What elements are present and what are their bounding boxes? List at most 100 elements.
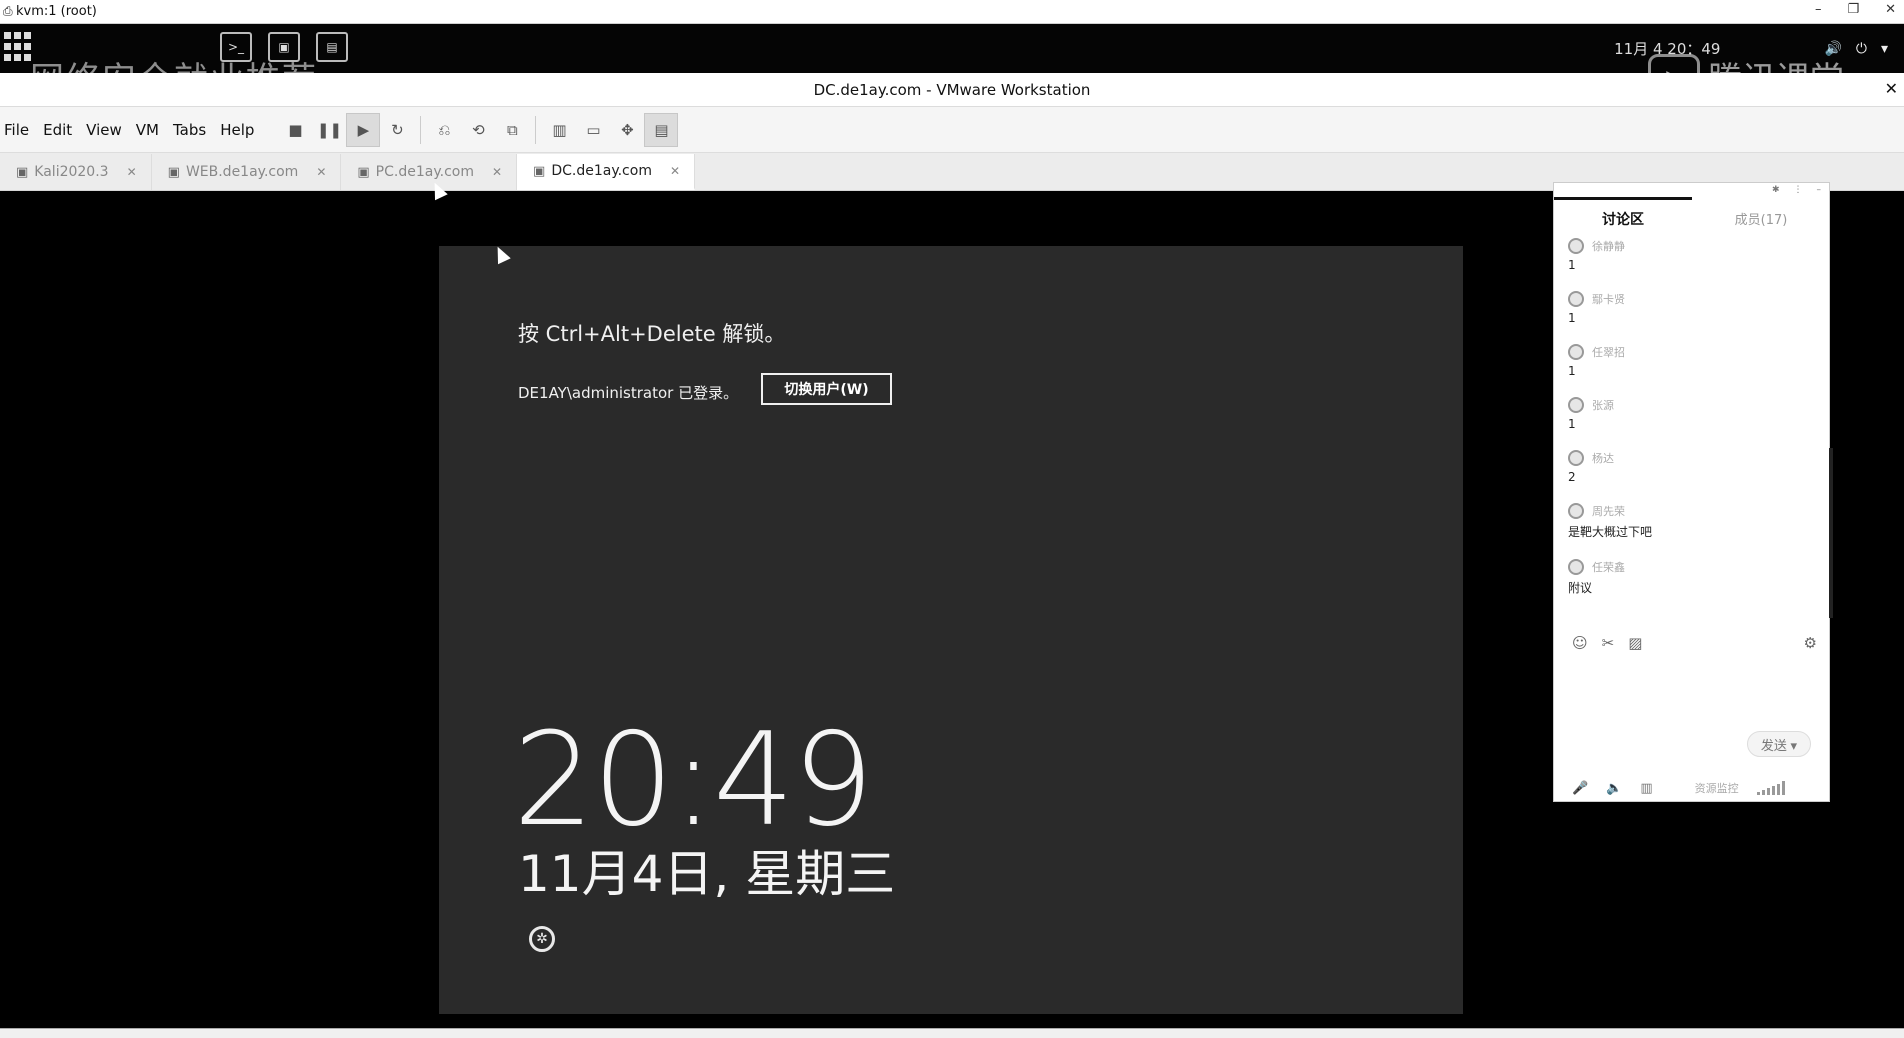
resource-monitor-label: 资源监控 (1694, 782, 1739, 795)
snapshot-icon[interactable]: ⎌ (427, 113, 461, 147)
play-icon[interactable]: ▶ (346, 112, 381, 147)
chat-scrollbar[interactable] (1829, 448, 1833, 618)
vmware-titlebar: DC.de1ay.com - VMware Workstation ✕ (0, 73, 1904, 107)
image-icon[interactable]: ▨ (1628, 634, 1642, 652)
tab-label: WEB.de1ay.com (185, 164, 299, 180)
avatar (1568, 344, 1584, 360)
tab-web[interactable]: ▣ WEB.de1ay.com ✕ (152, 154, 342, 190)
avatar (1568, 450, 1584, 466)
emoji-icon[interactable]: ☺ (1572, 634, 1588, 652)
minimize-icon[interactable]: – (1817, 185, 1822, 195)
host-window-title: kvm:1 (root) (16, 4, 97, 19)
pin-icon[interactable]: ✱ (1772, 185, 1780, 195)
toolbar-separator (420, 115, 422, 144)
message-user: 徐静静 (1592, 240, 1625, 253)
fullscreen-icon[interactable]: ▤ (644, 112, 679, 147)
message-text: 1 (1568, 364, 1576, 378)
sidebar-toggle-icon[interactable]: ▥ (542, 113, 576, 147)
message-text: 1 (1568, 258, 1576, 272)
message-header: 任翠招 (1568, 343, 1818, 361)
ease-of-access-icon[interactable]: ✲ (529, 926, 555, 952)
vmware-window-title: DC.de1ay.com - VMware Workstation (813, 81, 1091, 99)
reset-icon[interactable]: ↻ (380, 113, 414, 147)
pause-icon[interactable]: ❚❚ (312, 113, 346, 147)
tab-label: PC.de1ay.com (375, 164, 474, 180)
revert-snapshot-icon[interactable]: ⟲ (461, 113, 495, 147)
power-icon[interactable]: ⏻ (1856, 41, 1867, 57)
close-icon[interactable]: ✕ (316, 165, 326, 179)
discussion-panel: ✱ ⋮ – 讨论区 成员(17) 徐静静 1 鄢卡贤 1 任翠招 1 张源 1 … (1553, 182, 1833, 802)
tab-label: Kali2020.3 (34, 164, 109, 180)
switch-user-button[interactable]: 切换用户(W) (761, 373, 892, 405)
logged-in-user: DE1AY\administrator 已登录。 (518, 384, 739, 402)
menu-vm[interactable]: VM (134, 121, 169, 139)
chevron-down-icon[interactable]: ▾ (1881, 41, 1888, 57)
windows-lock-screen[interactable]: 按 Ctrl+Alt+Delete 解锁。 DE1AY\administrato… (439, 246, 1463, 1014)
vmware-menubar: File Edit View VM Tabs Help ■ ❚❚ ▶ ↻ ⎌ ⟲… (0, 107, 1904, 153)
avatar (1568, 291, 1584, 307)
message-header: 杨达 (1568, 449, 1818, 467)
message-text: 1 (1568, 417, 1576, 431)
unlock-hint: 按 Ctrl+Alt+Delete 解锁。 (518, 322, 786, 346)
host-app-icon: ⎙ (3, 4, 13, 18)
list-item: 徐静静 1 (1568, 237, 1818, 272)
bar-chart-icon[interactable]: ▥ (1640, 781, 1652, 796)
avatar (1568, 238, 1584, 254)
speaker-icon[interactable]: 🔈 (1606, 781, 1622, 796)
message-text: 2 (1568, 470, 1576, 484)
message-header: 周先荣 (1568, 502, 1818, 520)
minimize-button[interactable]: – (1815, 2, 1822, 17)
list-item: 任翠招 1 (1568, 343, 1818, 378)
tab-kali[interactable]: ▣ Kali2020.3 ✕ (0, 154, 152, 190)
kali-top-panel: >_ ▣ ▤ 网络安全就业推荐 11月 4 20：49 🔊 ⏻ ▾ ▶ 腾讯课堂 (0, 24, 1904, 100)
tab-discussion[interactable]: 讨论区 (1554, 209, 1692, 229)
close-icon[interactable]: ✕ (127, 165, 137, 179)
menu-edit[interactable]: Edit (41, 121, 82, 139)
vm-icon: ▣ (167, 164, 180, 180)
lock-date: 11月4日, 星期三 (518, 845, 896, 903)
tab-members[interactable]: 成员(17) (1692, 209, 1830, 229)
restore-button[interactable]: ❐ (1847, 2, 1859, 17)
message-user: 鄢卡贤 (1592, 293, 1625, 306)
message-user: 杨达 (1592, 452, 1614, 465)
scissors-icon[interactable]: ✂ (1602, 634, 1615, 652)
menu-help[interactable]: Help (218, 121, 264, 139)
vmware-close-icon[interactable]: ✕ (1885, 79, 1898, 98)
message-header: 鄢卡贤 (1568, 290, 1818, 308)
send-button[interactable]: 发送 ▾ (1747, 731, 1811, 757)
close-button[interactable]: ✕ (1885, 2, 1896, 17)
close-icon[interactable]: ✕ (492, 165, 502, 179)
vm-icon: ▣ (533, 163, 546, 179)
list-item: 任荣鑫 附议 (1568, 558, 1818, 596)
tab-dc[interactable]: ▣ DC.de1ay.com ✕ (517, 154, 696, 190)
files-icon[interactable]: ▤ (316, 32, 348, 62)
microphone-icon[interactable]: 🎤 (1572, 781, 1588, 796)
list-item: 周先荣 是靶大概过下吧 (1568, 502, 1818, 540)
snapshot-manager-icon[interactable]: ⧉ (495, 113, 529, 147)
menu-tabs[interactable]: Tabs (171, 121, 216, 139)
vmware-toolbar: ■ ❚❚ ▶ ↻ ⎌ ⟲ ⧉ ▥ ▭ ✥ ▤ (278, 112, 679, 147)
tab-label: DC.de1ay.com (551, 163, 652, 179)
settings-icon[interactable]: ⚙ (1804, 634, 1817, 652)
avatar (1568, 397, 1584, 413)
menu-view[interactable]: View (84, 121, 132, 139)
message-text: 附议 (1568, 581, 1593, 595)
console-view-icon[interactable]: ▭ (576, 113, 610, 147)
message-user: 周先荣 (1592, 505, 1625, 518)
message-header: 任荣鑫 (1568, 558, 1818, 576)
panel-window-controls: ✱ ⋮ – (1772, 185, 1821, 195)
close-icon[interactable]: ✕ (670, 164, 680, 178)
signal-strength-icon (1756, 781, 1785, 795)
chat-status-bar: 🎤 🔈 ▥ 资源监控 (1572, 780, 1817, 796)
message-header: 张源 (1568, 396, 1818, 414)
fit-guest-icon[interactable]: ✥ (610, 113, 644, 147)
message-user: 张源 (1592, 399, 1614, 412)
host-window-controls: – ❐ ✕ (1815, 2, 1896, 17)
more-icon[interactable]: ⋮ (1794, 185, 1803, 195)
message-text: 1 (1568, 311, 1576, 325)
toolbar-separator (535, 115, 537, 144)
list-item: 杨达 2 (1568, 449, 1818, 484)
stop-icon[interactable]: ■ (278, 113, 312, 147)
list-item: 鄢卡贤 1 (1568, 290, 1818, 325)
menu-file[interactable]: File (2, 121, 39, 139)
